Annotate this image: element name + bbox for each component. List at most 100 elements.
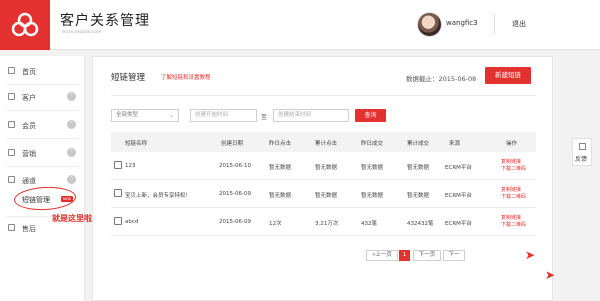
table-header: 短链名称 创建日期 昨日点击 累计点击 昨日成交 累计成交 来源 操作	[111, 132, 536, 152]
copy-link-button[interactable]: 复制链接	[501, 187, 526, 194]
yesterday-clicks: 暂无数据	[269, 165, 292, 171]
arrow-decoration-icon: ➤	[545, 268, 556, 282]
divider	[6, 110, 79, 111]
total-clicks: 暂无数据	[315, 193, 338, 199]
sidebar-item-label: 客户	[22, 94, 36, 102]
feedback-tab[interactable]: 反馈	[572, 138, 592, 166]
customer-icon	[8, 93, 15, 100]
next-page-button[interactable]: 下一页	[413, 250, 441, 261]
channel-icon	[8, 176, 15, 183]
end-date-input[interactable]: 创建结束时间	[273, 109, 349, 122]
app-logo[interactable]	[0, 0, 50, 50]
next-page-button-partial[interactable]: 下一	[443, 250, 465, 261]
page-1-button[interactable]: 1	[399, 250, 410, 261]
yesterday-deals: 暂无数据	[361, 193, 384, 199]
sidebar-item-marketing[interactable]: 营销 ˅	[0, 140, 85, 166]
column-header: 操作	[506, 141, 518, 147]
chevron-down-icon: ˅	[67, 120, 76, 129]
start-date-input[interactable]: 创建开始时间	[190, 109, 257, 122]
yesterday-deals: 432笔	[361, 221, 377, 227]
row-operations: 复制链接 下载二维码	[501, 215, 526, 229]
logo-icon	[11, 12, 39, 37]
sidebar-item-customer[interactable]: 客户 ˅	[0, 84, 85, 110]
chevron-up-icon: ˄	[67, 175, 76, 184]
shortlink-name[interactable]: 宝贝上新，会员专享特权!	[125, 191, 188, 199]
created-date: 2015-06-09	[219, 191, 251, 197]
table-row: abcd 2015-06-09 12次 3.21万次 432笔 432432笔 …	[111, 208, 536, 236]
download-qrcode-button[interactable]: 下载二维码	[501, 194, 526, 201]
page-title: 短链管理	[111, 73, 146, 83]
prev-page-button[interactable]: «上一页	[366, 250, 398, 261]
to-label: 至	[261, 114, 268, 121]
top-header: 客户关系管理 ecrm.tooboo.com wangfic3 退出	[0, 0, 600, 50]
divider	[111, 95, 536, 96]
main-panel: 短链管理 了解短链和设置教程 数据截止：2015-06-08 新建短链 全部类型…	[92, 56, 553, 301]
column-header: 昨日点击	[269, 141, 292, 147]
end-date-placeholder: 创建结束时间	[278, 112, 312, 118]
type-select-value: 全部类型	[116, 112, 139, 118]
arrow-decoration-icon: ➤	[525, 248, 536, 262]
row-operations: 复制链接 下载二维码	[501, 187, 526, 201]
sidebar-item-label: 首页	[22, 68, 36, 76]
chevron-down-icon: ⌄	[168, 112, 174, 119]
source: ECRM平台	[445, 165, 472, 171]
sidebar: 首页 客户 ˅ 会员 ˅ 营销 ˅ 通道 ˄ 短链管理 NEW 售后	[0, 56, 85, 301]
marketing-icon	[8, 149, 15, 156]
feedback-label: 反馈	[575, 156, 588, 163]
yesterday-clicks: 12次	[269, 221, 282, 227]
start-date-placeholder: 创建开始时间	[195, 112, 229, 118]
sidebar-item-label: 会员	[22, 122, 36, 130]
column-header: 昨日成交	[361, 141, 384, 147]
sidebar-item-label: 通道	[22, 177, 36, 185]
shortlink-name[interactable]: abcd	[125, 219, 138, 225]
column-header: 累计点击	[315, 141, 338, 147]
sidebar-item-label: 售后	[22, 225, 36, 233]
table-row: 宝贝上新，会员专享特权! 2015-06-09 暂无数据 暂无数据 暂无数据 暂…	[111, 180, 536, 208]
link-icon	[114, 217, 122, 225]
total-deals: 暂无数据	[407, 165, 430, 171]
new-shortlink-button[interactable]: 新建短链	[485, 67, 531, 84]
aftersale-icon	[8, 224, 15, 231]
sidebar-item-member[interactable]: 会员 ˅	[0, 112, 85, 138]
total-clicks: 3.21万次	[315, 221, 339, 227]
annotation-text: 就是这里啦!	[52, 214, 96, 223]
app-title: 客户关系管理	[60, 13, 150, 29]
member-icon	[8, 121, 15, 128]
chevron-down-icon: ˅	[67, 148, 76, 157]
copy-link-button[interactable]: 复制链接	[501, 215, 526, 222]
download-qrcode-button[interactable]: 下载二维码	[501, 222, 526, 229]
type-select[interactable]: 全部类型 ⌄	[111, 109, 179, 122]
header-divider	[494, 14, 495, 34]
query-button[interactable]: 查询	[355, 109, 386, 122]
column-header: 累计成交	[407, 141, 430, 147]
row-operations: 复制链接 下载二维码	[501, 159, 526, 173]
download-qrcode-button[interactable]: 下载二维码	[501, 166, 526, 173]
link-icon	[114, 189, 122, 197]
sidebar-item-label: 营销	[22, 150, 36, 158]
created-date: 2015-06-09	[219, 219, 251, 225]
chevron-down-icon: ˅	[67, 92, 76, 101]
home-icon	[8, 67, 15, 74]
copy-link-button[interactable]: 复制链接	[501, 159, 526, 166]
username[interactable]: wangfic3	[446, 19, 478, 27]
data-date-label: 数据截止：2015-06-08	[406, 75, 477, 83]
yesterday-clicks: 暂无数据	[269, 193, 292, 199]
avatar[interactable]	[417, 12, 442, 37]
column-header: 短链名称	[125, 141, 148, 147]
divider	[6, 138, 79, 139]
source: ECRM平台	[445, 193, 472, 199]
total-deals: 432432笔	[407, 221, 434, 227]
feedback-icon	[579, 143, 586, 150]
sidebar-item-home[interactable]: 首页	[0, 58, 85, 84]
table-row: 123 2015-06-10 暂无数据 暂无数据 暂无数据 暂无数据 ECRM平…	[111, 152, 536, 180]
shortlink-name[interactable]: 123	[125, 163, 136, 169]
link-icon	[114, 161, 122, 169]
column-header: 来源	[449, 141, 461, 147]
total-clicks: 暂无数据	[315, 165, 338, 171]
yesterday-deals: 暂无数据	[361, 165, 384, 171]
source: ECRM平台	[445, 221, 472, 227]
logout-link[interactable]: 退出	[512, 19, 526, 29]
created-date: 2015-06-10	[219, 163, 251, 169]
app-subtitle: ecrm.tooboo.com	[62, 30, 102, 35]
help-link[interactable]: 了解短链和设置教程	[161, 73, 211, 81]
